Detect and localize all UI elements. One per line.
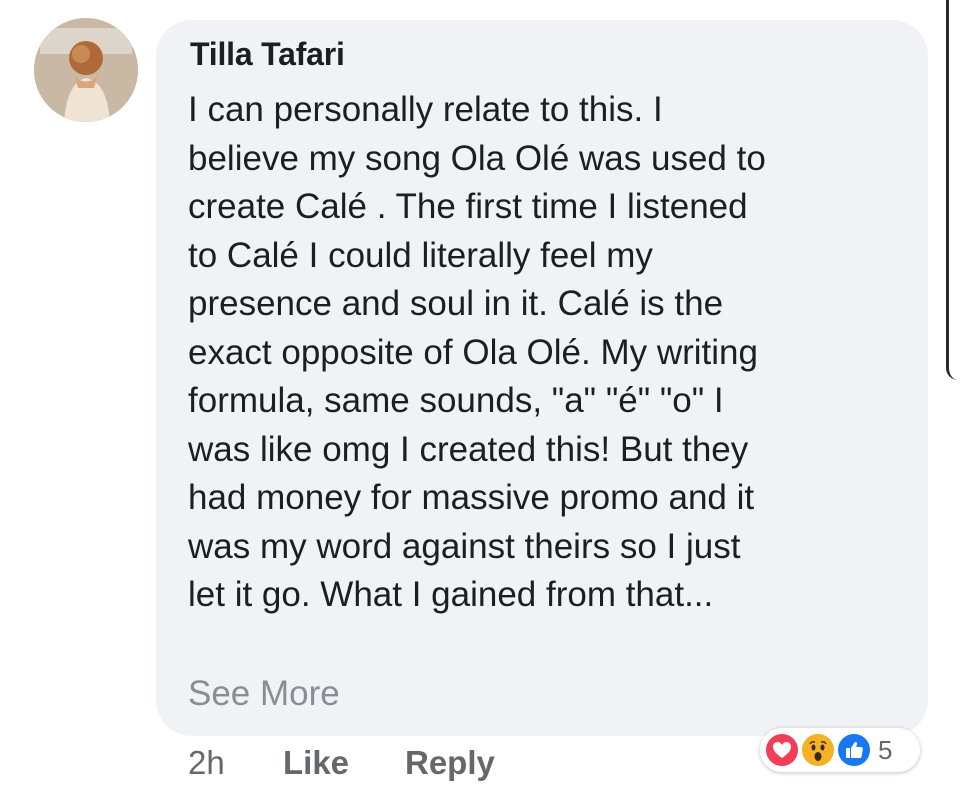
scrollbar[interactable] <box>946 0 960 380</box>
comment-screen: Tilla Tafari I can personally relate to … <box>0 0 960 799</box>
comment-text-line: was like omg I created this! But they <box>188 429 749 469</box>
like-icon <box>836 732 872 768</box>
comment-text-line: presence and soul in it. Calé is the <box>188 284 724 323</box>
reaction-count: 5 <box>878 735 893 765</box>
comment-text-line: exact opposite of Ola Olé. My writing <box>188 332 758 372</box>
wow-icon <box>800 732 836 768</box>
comment-text-line: was my word against theirs so I just <box>188 526 741 566</box>
comment-text-line: had money for massive promo and it <box>188 478 755 517</box>
comment-timestamp[interactable]: 2h <box>188 744 225 782</box>
comment-text-line: to Calé I could literally feel my <box>188 235 653 275</box>
reply-button[interactable]: Reply <box>405 744 495 782</box>
see-more-link[interactable]: See More <box>188 674 340 714</box>
comment-author[interactable]: Tilla Tafari <box>190 36 345 73</box>
comment-text-line: let it go. What I gained from that... <box>188 575 714 614</box>
avatar-photo <box>34 18 138 122</box>
like-button[interactable]: Like <box>283 744 349 782</box>
comment-text: I can personally relate to this. I belie… <box>188 86 908 620</box>
comment-text-line: believe my song Ola Olé was used to <box>188 138 766 178</box>
reactions-summary[interactable]: 5 <box>760 728 920 772</box>
love-icon <box>764 732 800 768</box>
comment-text-line: create Calé . The first time I listened <box>188 187 748 226</box>
avatar[interactable] <box>34 18 138 122</box>
comment-text-line: I can personally relate to this. I <box>188 90 663 129</box>
comment-text-line: formula, same sounds, "a" "é" "o" I <box>188 381 724 420</box>
